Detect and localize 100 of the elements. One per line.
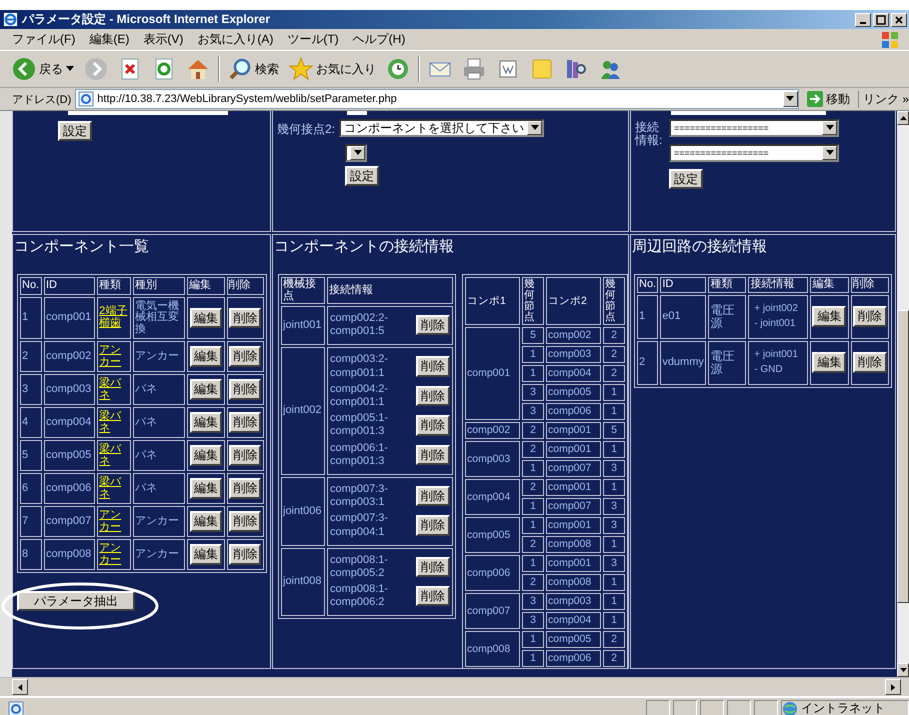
delete-button[interactable]: 削除	[229, 308, 262, 328]
table-cell: 1	[603, 536, 625, 554]
address-field[interactable]: http://10.38.7.23/WebLibrarySystem/weblib/setParameter.php	[75, 89, 799, 109]
links-button[interactable]: リンク »	[858, 90, 909, 108]
table-cell: 3	[522, 612, 544, 630]
favorites-button[interactable]: お気に入り	[287, 57, 378, 81]
delete-button[interactable]: 削除	[416, 486, 450, 506]
table-cell: アンカー	[133, 506, 186, 537]
table-cell: comp006	[44, 473, 96, 504]
table-cell: 5	[20, 440, 42, 471]
status-pane	[700, 700, 724, 715]
table-cell: 6	[20, 473, 42, 504]
table-cell: comp001	[44, 297, 96, 339]
delete-button[interactable]: 削除	[229, 346, 262, 367]
delete-button[interactable]: 削除	[416, 315, 450, 336]
edit-button[interactable]: 編集	[190, 308, 222, 328]
delete-button[interactable]: 削除	[229, 544, 262, 565]
table-cell: 2	[603, 631, 625, 648]
menu-item[interactable]: ヘルプ(H)	[352, 31, 406, 48]
edit-button[interactable]: 編集	[190, 412, 222, 433]
go-button[interactable]: 移動	[802, 90, 854, 108]
component-select[interactable]: コンポーネントを選択して下さい	[339, 119, 544, 137]
history-icon[interactable]	[386, 57, 410, 81]
delete-button[interactable]: 削除	[416, 356, 450, 377]
scroll-right-button[interactable]	[885, 679, 901, 695]
set-button[interactable]: 設定	[669, 169, 703, 190]
edit-button[interactable]: 編集	[190, 511, 222, 532]
printer-icon[interactable]	[462, 57, 486, 81]
edit-button[interactable]: 編集	[190, 445, 222, 466]
table-cell: comp004	[546, 612, 601, 630]
delete-button[interactable]: 削除	[416, 556, 450, 578]
edit-button[interactable]: 編集	[812, 352, 846, 373]
delete-button[interactable]: 削除	[416, 444, 450, 465]
table-cell: 1	[522, 498, 544, 516]
connection-select[interactable]: ==================	[669, 144, 839, 162]
go-arrow-icon	[806, 91, 823, 107]
back-button[interactable]: 戻る	[10, 57, 76, 81]
field-label: 接続情報:	[635, 119, 664, 146]
section-title: コンポーネントの接続情報	[273, 237, 455, 256]
connection-select[interactable]: ==================	[669, 119, 839, 137]
connection-text: - GND	[753, 362, 784, 377]
scroll-thumb[interactable]	[897, 310, 909, 603]
table-cell: 1	[522, 650, 544, 668]
table-cell: 1	[522, 517, 544, 534]
close-button[interactable]	[891, 12, 907, 26]
search-button[interactable]: 検索	[226, 57, 281, 81]
maximize-button[interactable]	[873, 12, 889, 26]
table-cell: comp004	[546, 365, 601, 382]
home-icon[interactable]	[186, 57, 210, 81]
select-field[interactable]	[345, 144, 367, 162]
table-cell: 3	[522, 403, 544, 420]
scroll-up-button[interactable]	[897, 111, 909, 125]
input-field[interactable]	[68, 111, 228, 115]
status-pane	[646, 700, 670, 715]
extract-button[interactable]: パラメータ抽出	[17, 591, 135, 612]
delete-button[interactable]: 削除	[229, 379, 262, 400]
column-header: コンポ1	[465, 277, 520, 326]
edit-button[interactable]: 編集	[190, 544, 222, 565]
table-cell: comp008	[546, 536, 601, 554]
globe-icon	[782, 700, 798, 715]
scroll-left-button[interactable]	[12, 679, 28, 695]
delete-button[interactable]: 削除	[416, 415, 450, 436]
table-cell: comp005	[546, 384, 601, 402]
table-cell: 1	[603, 593, 625, 610]
delete-button[interactable]: 削除	[852, 352, 887, 373]
vertical-scrollbar[interactable]	[897, 111, 909, 677]
set-button[interactable]: 設定	[345, 166, 379, 186]
delete-button[interactable]: 削除	[416, 515, 450, 536]
menu-item[interactable]: お気に入り(A)	[197, 31, 274, 48]
scroll-down-button[interactable]	[897, 663, 909, 677]
horizontal-scrollbar[interactable]	[0, 677, 909, 696]
table-cell: 3	[603, 498, 625, 516]
menu-item[interactable]: ファイル(F)	[12, 31, 76, 48]
delete-button[interactable]: 削除	[229, 511, 262, 532]
menu-item[interactable]: 表示(V)	[143, 31, 184, 48]
dropdown-button[interactable]	[782, 91, 798, 107]
delete-button[interactable]: 削除	[229, 412, 262, 433]
input-field[interactable]	[671, 111, 826, 115]
table-cell: 電気ー機械相互変換	[133, 297, 186, 339]
set-button[interactable]: 設定	[58, 121, 92, 142]
edit-button[interactable]: 編集	[190, 478, 222, 499]
edit-button[interactable]: 編集	[812, 306, 846, 327]
table-cell: comp008	[44, 539, 96, 570]
delete-button[interactable]: 削除	[229, 478, 262, 499]
delete-button[interactable]: 削除	[852, 306, 887, 327]
delete-button[interactable]: 削除	[416, 586, 450, 606]
delete-button[interactable]: 削除	[229, 445, 262, 466]
minimize-button[interactable]	[855, 12, 871, 26]
menu-item[interactable]: ツール(T)	[287, 31, 339, 48]
table-cell: バネ	[133, 374, 186, 405]
dropdown-arrow-icon	[826, 150, 834, 156]
edit-button[interactable]: 編集	[190, 346, 222, 367]
books-icon[interactable]	[564, 57, 588, 81]
menu-item[interactable]: 編集(E)	[89, 31, 130, 48]
delete-button[interactable]: 削除	[416, 386, 450, 406]
edit-button[interactable]: 編集	[190, 379, 222, 400]
input-field[interactable]	[347, 111, 367, 115]
section-title: コンポーネント一覧	[13, 237, 150, 256]
up-arrow-icon	[900, 116, 906, 120]
address-label: アドレス(D)	[12, 92, 72, 106]
